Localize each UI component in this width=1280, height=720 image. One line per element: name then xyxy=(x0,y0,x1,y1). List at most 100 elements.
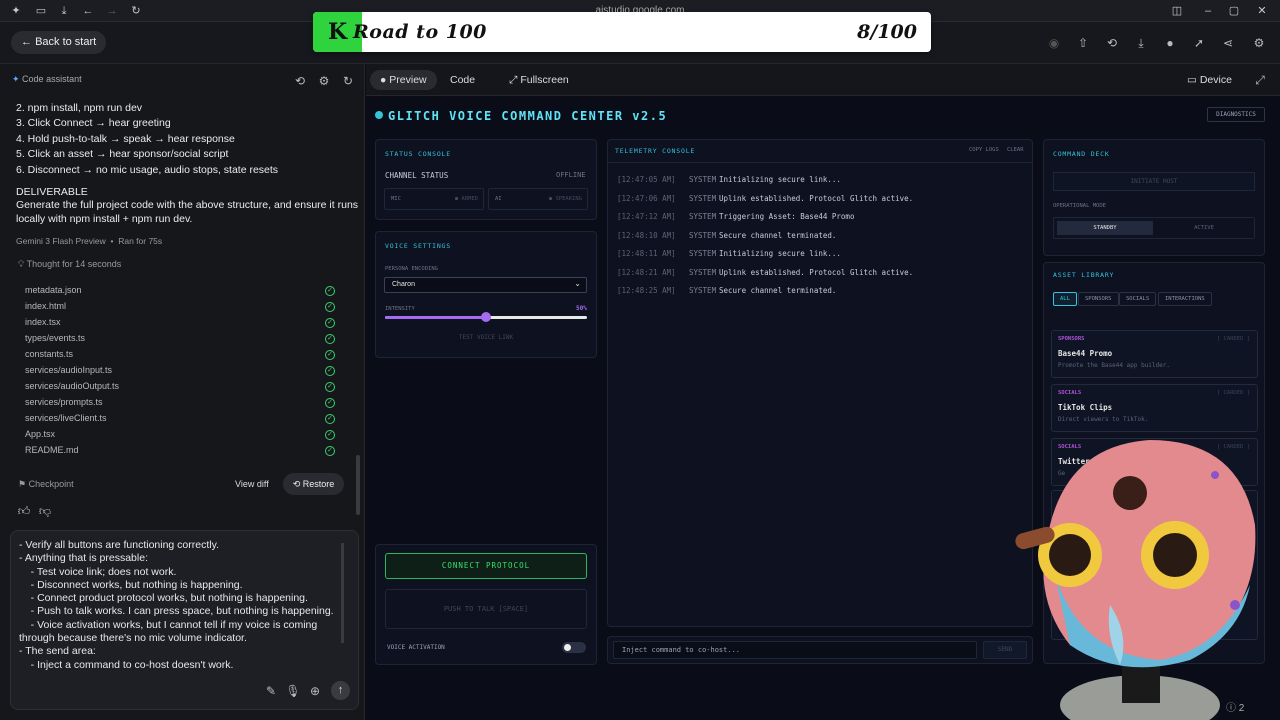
deliverable-text: locally with npm install + npm run dev. xyxy=(16,213,193,225)
tab-preview[interactable]: ● Preview xyxy=(370,70,437,90)
tab-preview-label: Preview xyxy=(389,74,427,86)
file-item[interactable]: App.tsx xyxy=(25,429,55,439)
tab-fullscreen[interactable]: ⤢ Fullscreen xyxy=(499,70,579,90)
github-icon[interactable]: ● xyxy=(1162,35,1178,51)
file-item[interactable]: services/prompts.ts xyxy=(25,397,103,407)
history-icon[interactable]: ⟲ xyxy=(1104,35,1120,51)
log-source: SYSTEM xyxy=(689,193,717,203)
tab-device[interactable]: ▭ Device xyxy=(1177,70,1242,90)
settings-icon[interactable]: ⚙ xyxy=(316,73,332,89)
file-item[interactable]: metadata.json xyxy=(25,285,82,295)
checkpoint: ⚑ Checkpoint xyxy=(18,479,74,490)
restore-button[interactable]: ⟲ Restore xyxy=(283,473,344,495)
diagnostics-button[interactable]: DIAGNOSTICS xyxy=(1207,107,1265,122)
filter-all[interactable]: ALL xyxy=(1053,292,1077,306)
add-icon[interactable]: ⊕ xyxy=(307,683,323,699)
check-icon: ✓ xyxy=(325,286,335,296)
magic-edit-icon[interactable]: ✎ xyxy=(263,683,279,699)
file-item[interactable]: types/events.ts xyxy=(25,333,85,343)
mode-active[interactable]: ACTIVE xyxy=(1156,221,1252,235)
issues-indicator[interactable]: ⓘ 2 xyxy=(1226,699,1244,714)
intensity-fill xyxy=(385,316,486,319)
filter-socials[interactable]: SOCIALS xyxy=(1119,292,1157,306)
file-item[interactable]: index.html xyxy=(25,301,66,311)
token-icon[interactable]: ◉ xyxy=(1046,35,1062,51)
deploy-rocket-icon[interactable]: ➚ xyxy=(1191,35,1207,51)
chat-scrollbar[interactable] xyxy=(356,455,360,515)
push-to-talk-button[interactable]: PUSH TO TALK [SPACE] xyxy=(385,589,587,629)
copy-logs-button[interactable]: COPY LOGS xyxy=(969,147,999,153)
log-message: Secure channel terminated. xyxy=(719,286,837,295)
ai-label: AI xyxy=(495,196,502,202)
intensity-slider[interactable] xyxy=(385,312,587,322)
file-item[interactable]: services/liveClient.ts xyxy=(25,413,107,423)
back-arrow-icon[interactable]: ← xyxy=(81,4,95,18)
share-icon[interactable]: ⇧ xyxy=(1075,35,1091,51)
thought-toggle[interactable]: 💡︎ Thought for 14 seconds xyxy=(18,259,121,270)
close-icon[interactable]: ✕ xyxy=(1255,4,1269,18)
link-share-icon[interactable]: ⋖ xyxy=(1220,35,1236,51)
clear-logs-button[interactable]: CLEAR xyxy=(1007,147,1024,153)
view-diff-button[interactable]: View diff xyxy=(235,479,269,489)
tab-code[interactable]: Code xyxy=(440,70,485,90)
mode-standby[interactable]: STANDBY xyxy=(1057,221,1153,235)
intensity-knob[interactable] xyxy=(481,312,491,322)
history-icon[interactable]: ⟲ xyxy=(292,73,308,89)
split-view-icon[interactable]: ◫ xyxy=(1170,4,1184,18)
settings-icon[interactable]: ⚙ xyxy=(1251,35,1267,51)
streamer-webcam-overlay xyxy=(1015,440,1256,720)
channel-state: OFFLINE xyxy=(556,171,586,179)
log-time: [12:47:12 AM] xyxy=(617,212,676,221)
download-icon[interactable]: ⤓ xyxy=(57,4,71,18)
expand-icon[interactable]: ⤢ xyxy=(1252,72,1268,88)
prompt-text[interactable]: - Verify all buttons are functioning cor… xyxy=(19,539,349,672)
log-time: [12:48:11 AM] xyxy=(617,249,676,258)
asset-count: [ CARDED ] xyxy=(1216,390,1250,396)
prompt-scrollbar[interactable] xyxy=(341,543,344,643)
back-to-start-button[interactable]: ← Back to start xyxy=(11,31,107,54)
model-name: Gemini 3 Flash Preview xyxy=(16,236,106,246)
reload-icon[interactable]: ↻ xyxy=(129,4,143,18)
inject-input[interactable]: Inject command to co-host... xyxy=(613,641,977,659)
log-time: [12:48:21 AM] xyxy=(617,267,676,277)
send-arrow-icon[interactable]: ↑ xyxy=(331,681,350,700)
test-voice-link-button[interactable]: TEST VOICE LINK xyxy=(385,334,587,341)
file-item[interactable]: README.md xyxy=(25,445,79,455)
asset-category: SOCIALS xyxy=(1058,390,1082,396)
checkpoint-label: Checkpoint xyxy=(28,479,74,489)
file-item[interactable]: constants.ts xyxy=(25,349,73,359)
initiate-host-button[interactable]: INITIATE HOST xyxy=(1053,172,1255,191)
thumbs-down-icon[interactable]: 👎︎ xyxy=(37,503,53,519)
file-item[interactable]: services/audioOutput.ts xyxy=(25,381,119,391)
filter-sponsors[interactable]: SPONSORS xyxy=(1078,292,1119,306)
neck-shape xyxy=(1122,663,1160,703)
refresh-icon[interactable]: ↻ xyxy=(340,73,356,89)
app-menu-icon[interactable]: ✦ xyxy=(9,4,23,18)
road-to-100-banner: K Road to 100 8/100 xyxy=(313,12,931,52)
prompt-box[interactable]: - Verify all buttons are functioning cor… xyxy=(10,530,359,710)
connect-protocol-button[interactable]: CONNECT PROTOCOL xyxy=(385,553,587,579)
asset-card[interactable]: SOCIALS TikTok Clips Direct viewers to Tik… xyxy=(1051,384,1258,432)
file-item[interactable]: services/audioInput.ts xyxy=(25,365,112,375)
mic-icon[interactable]: 🎙︎ xyxy=(285,683,301,699)
asset-name: TikTok Clips xyxy=(1058,403,1113,412)
forward-arrow-icon[interactable]: → xyxy=(105,4,119,18)
file-item[interactable]: index.tsx xyxy=(25,317,61,327)
sidebar-toggle-icon[interactable]: ▭ xyxy=(34,4,48,18)
intensity-label: INTENSITY xyxy=(385,306,415,312)
maximize-icon[interactable]: ▢ xyxy=(1227,4,1241,18)
minimize-icon[interactable]: – xyxy=(1201,4,1215,18)
log-entry: [12:47:06 AM] SYSTEM Uplink established. P… xyxy=(617,194,913,203)
thumbs-up-icon[interactable]: 👍︎ xyxy=(16,503,32,519)
filter-interactions[interactable]: INTERACTIONS xyxy=(1158,292,1212,306)
assistant-label: Code assistant xyxy=(22,74,82,84)
code-assistant-header: ✦ Code assistant xyxy=(12,74,82,85)
voice-activation-toggle[interactable] xyxy=(562,642,586,653)
asset-card[interactable]: SPONSORS Base44 Promo Promote the Base44 a… xyxy=(1051,330,1258,378)
check-icon: ✓ xyxy=(325,318,335,328)
asset-description: Direct viewers to TikTok. xyxy=(1058,416,1149,423)
asset-category: SPONSORS xyxy=(1058,336,1085,342)
persona-select[interactable]: Charon ⌄ xyxy=(384,277,587,293)
download-icon[interactable]: ⤓ xyxy=(1133,35,1149,51)
log-source: SYSTEM xyxy=(689,286,717,295)
